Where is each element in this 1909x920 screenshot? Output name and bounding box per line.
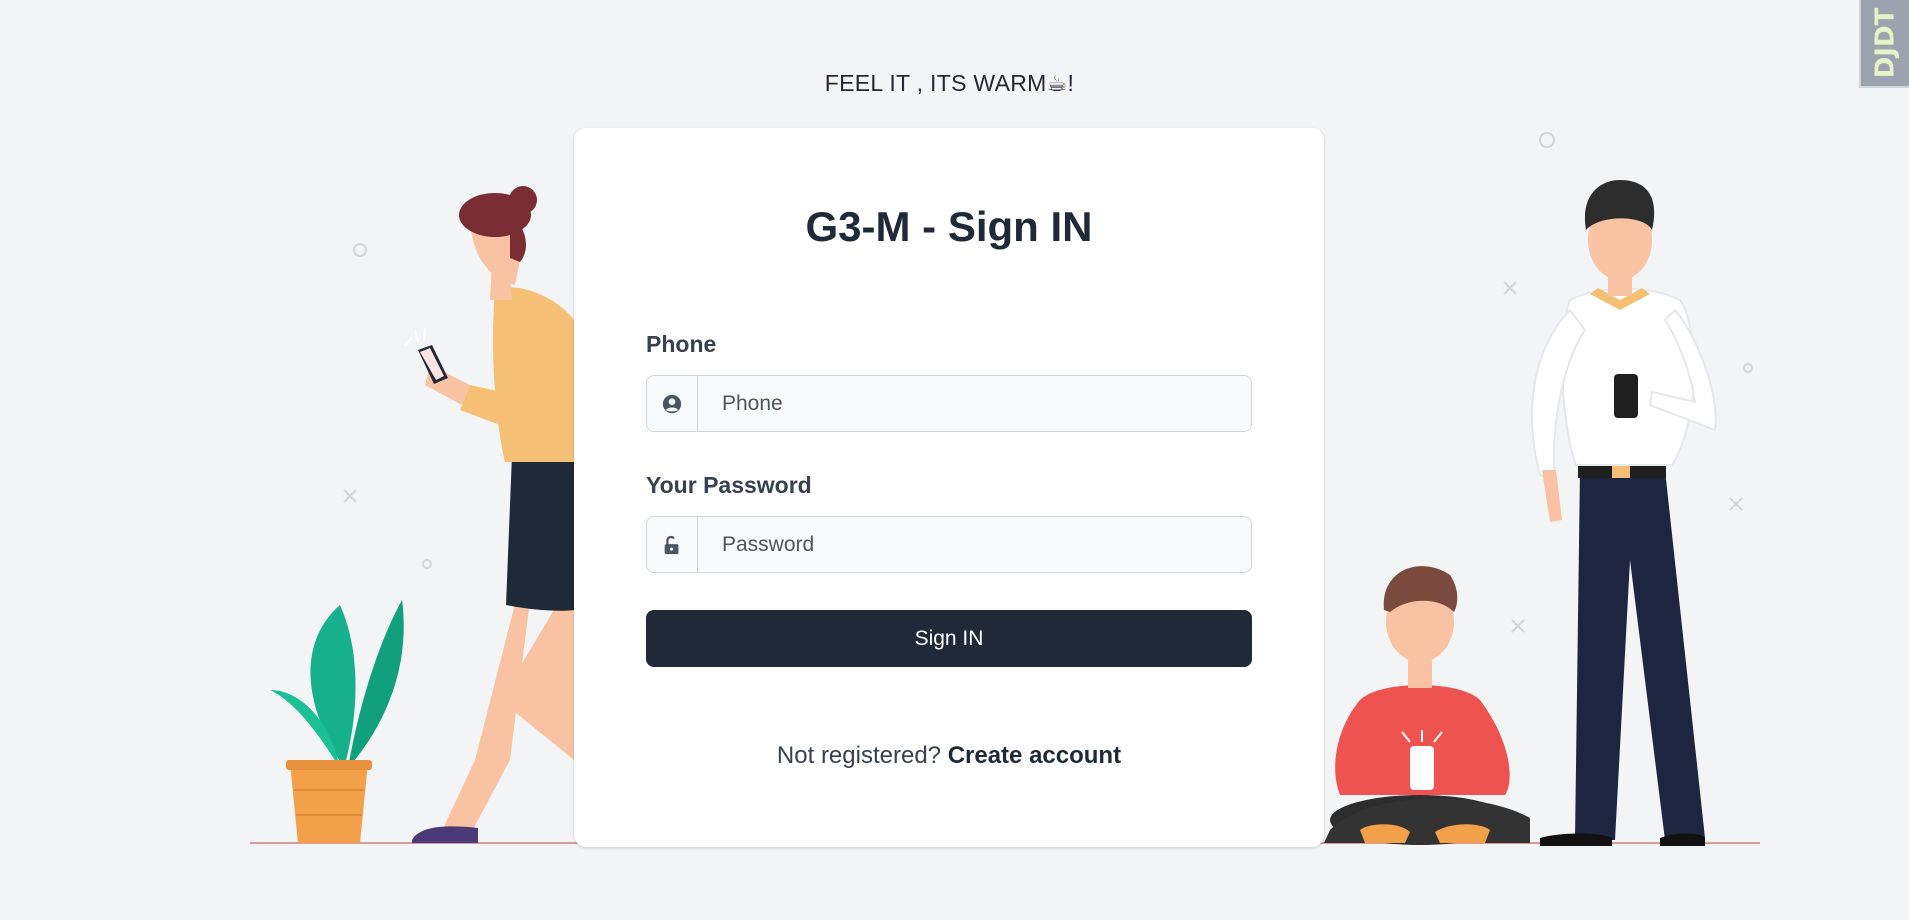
register-prompt-row: Not registered? Create account: [574, 742, 1324, 770]
password-label: Your Password: [646, 472, 812, 498]
phone-label: Phone: [646, 331, 717, 357]
woman-figure: [404, 186, 574, 843]
password-field-group: [646, 516, 1252, 573]
phone-field-group: [646, 375, 1252, 432]
tagline: FEEL IT , ITS WARM☕!: [824, 70, 1075, 96]
lock-open-icon: [647, 517, 698, 572]
standing-man-figure: [1530, 180, 1717, 846]
create-account-link[interactable]: Create account: [948, 742, 1121, 769]
sign-in-card: G3-M - Sign IN Phone Your Password: [574, 128, 1324, 847]
password-input[interactable]: [698, 517, 1251, 572]
sitting-boy-figure: [1324, 566, 1530, 845]
phone-input[interactable]: [698, 376, 1251, 431]
plant: [270, 600, 404, 843]
register-prompt: Not registered?: [776, 742, 942, 769]
page: FEEL IT , ITS WARM☕! DJDT G3-M - Sign IN…: [0, 0, 1909, 920]
card-title: G3-M - Sign IN: [805, 203, 1093, 250]
debug-toolbar-toggle[interactable]: DJDT: [1859, 0, 1909, 88]
debug-toolbar-label: DJDT: [1870, 7, 1901, 79]
sign-in-button[interactable]: Sign IN: [646, 610, 1252, 667]
user-circle-icon: [647, 376, 698, 431]
